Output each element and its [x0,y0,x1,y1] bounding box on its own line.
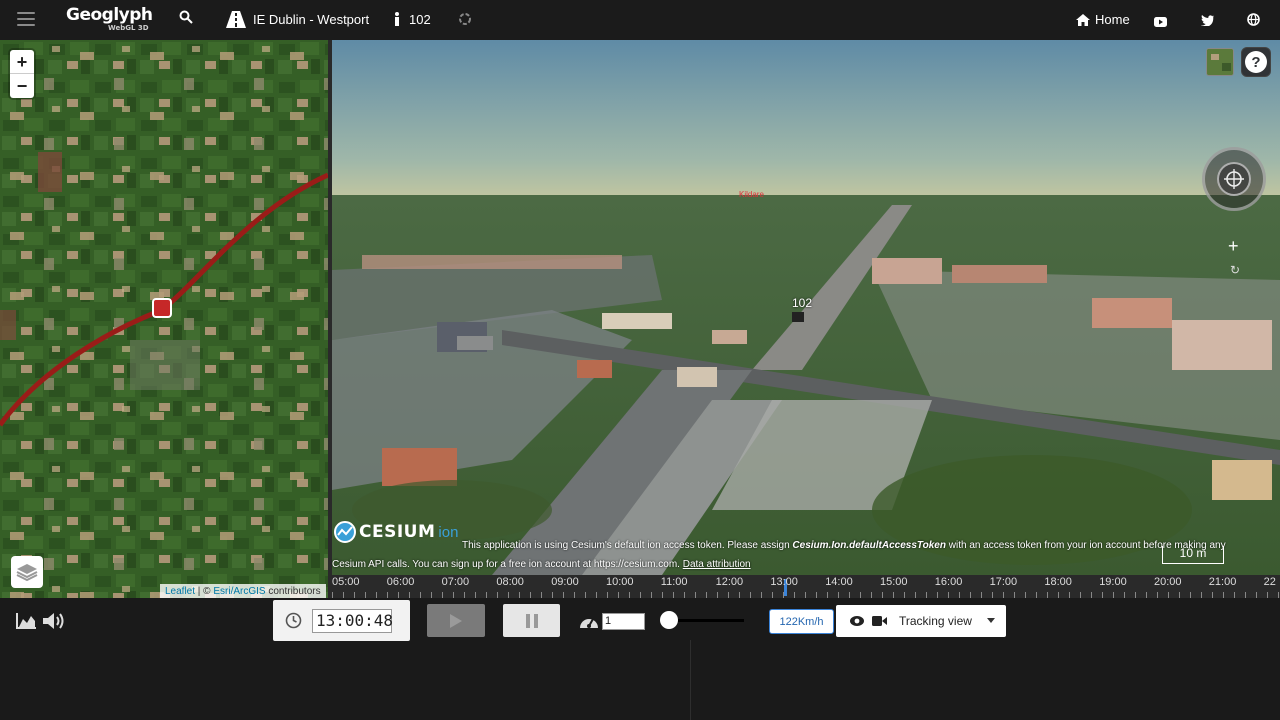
view-mode-label: Tracking view [899,614,972,628]
route-name[interactable]: IE Dublin - Westport [253,12,369,27]
map-attribution: Leaflet | © Esri/ArcGIS contributors [160,584,326,598]
timeline-hour-label: 19:00 [1099,576,1127,588]
timeline-hour-label: 08:00 [496,576,524,588]
timeline-hour-label: 12:00 [715,576,744,588]
view-mode-dropdown[interactable]: Tracking view [836,605,1006,637]
map-zoom-control: + − [10,50,34,98]
ion-notice-text-1: This application is using Cesium's defau… [462,540,793,551]
timeline-hour-label: 05:00 [332,576,360,588]
speedometer-icon [578,612,600,635]
timeline-hour-label: 16:00 [934,576,963,588]
top-navbar: Geoglyph WebGL 3D IE Dublin - Westport 1… [0,0,1280,40]
clock-panel: 13:00:48 [273,600,410,641]
data-attribution-link[interactable]: Data attribution [683,559,751,570]
globe-icon[interactable] [1247,13,1260,31]
layers-icon [16,564,38,582]
attribution-separator: | © [195,585,214,597]
search-icon[interactable] [179,10,193,29]
help-button[interactable]: ? [1241,47,1271,77]
eye-icon [850,616,864,626]
timeline-hour-label: 07:00 [441,576,470,588]
area-chart-icon[interactable] [16,613,36,634]
timeline-hour-label: 06:00 [386,576,415,588]
video-camera-icon [872,616,887,626]
home-label: Home [1095,12,1130,27]
zoom-in-button[interactable]: + [10,50,34,74]
chevron-down-icon [987,618,995,623]
app-logo[interactable]: Geoglyph [66,5,153,25]
sync-icon[interactable] [458,12,472,31]
camera-zoom-in-icon[interactable]: + [1228,236,1239,257]
hamburger-menu-icon[interactable] [17,12,35,26]
timeline-hour-label: 21:00 [1208,576,1237,588]
zoom-out-button[interactable]: − [10,74,34,98]
home-icon [1076,13,1090,26]
speed-slider-track[interactable] [668,619,744,622]
attribution-contributors: contributors [265,585,321,597]
satellite-map[interactable] [0,40,328,598]
twitter-icon[interactable] [1201,13,1214,31]
youtube-icon[interactable] [1154,14,1167,32]
ion-notice-code: Cesium.Ion.defaultAccessToken [792,540,946,551]
ion-token-notice: This application is using Cesium's defau… [332,536,1252,574]
timeline-hour-label: 15:00 [880,576,908,588]
satellite-map-imagery [0,40,328,598]
timeline-bar[interactable]: 05:00 06:00 07:00 08:00 09:00 10:00 11:00 12:00… [332,575,1280,598]
city-label: Kildare [739,190,764,199]
home-link[interactable]: Home [1076,12,1130,27]
timeline-hour-label: 17:00 [989,576,1018,588]
timeline-hour-label: 10:00 [606,576,634,588]
vehicle-count: 102 [409,12,431,27]
pause-button[interactable] [503,604,560,637]
camera-reset-icon[interactable]: ↻ [1230,263,1240,277]
timeline-hour-label: 13:00 [770,576,798,588]
clock-icon [285,612,302,629]
base-layer-picker-button[interactable] [1206,48,1234,76]
speed-multiplier-input[interactable]: 1 [602,613,645,630]
app-logo-subtitle: WebGL 3D [108,24,149,32]
play-button[interactable] [427,604,485,637]
timeline-hour-label: 22 [1263,576,1276,588]
volume-icon[interactable] [42,611,66,636]
help-label: ? [1245,51,1267,73]
timeline-hour-label: 20:00 [1154,576,1182,588]
distance-scale: 10 m [1162,546,1224,564]
leaflet-link[interactable]: Leaflet [165,586,195,597]
train-marker-icon[interactable] [152,298,172,318]
layers-button[interactable] [11,556,43,588]
timeline-hour-label: 18:00 [1044,576,1072,588]
timeline-hour-label: 14:00 [825,576,853,588]
vehicle-label: 102 [792,296,813,310]
navigation-compass[interactable] [1202,147,1266,211]
speed-readout: 122Km/h [769,609,834,634]
timeline-hour-label: 11:00 [660,576,688,588]
pause-icon [525,613,538,628]
road-icon [226,11,246,33]
panel-divider-line [690,640,691,720]
play-icon [450,613,462,628]
speed-slider-thumb[interactable] [660,611,678,629]
time-field[interactable]: 13:00:48 [312,608,393,633]
esri-link[interactable]: Esri/ArcGIS [213,586,265,597]
timeline-hour-label: 09:00 [551,576,579,588]
info-icon [394,12,400,31]
compass-target-icon [1217,162,1251,196]
